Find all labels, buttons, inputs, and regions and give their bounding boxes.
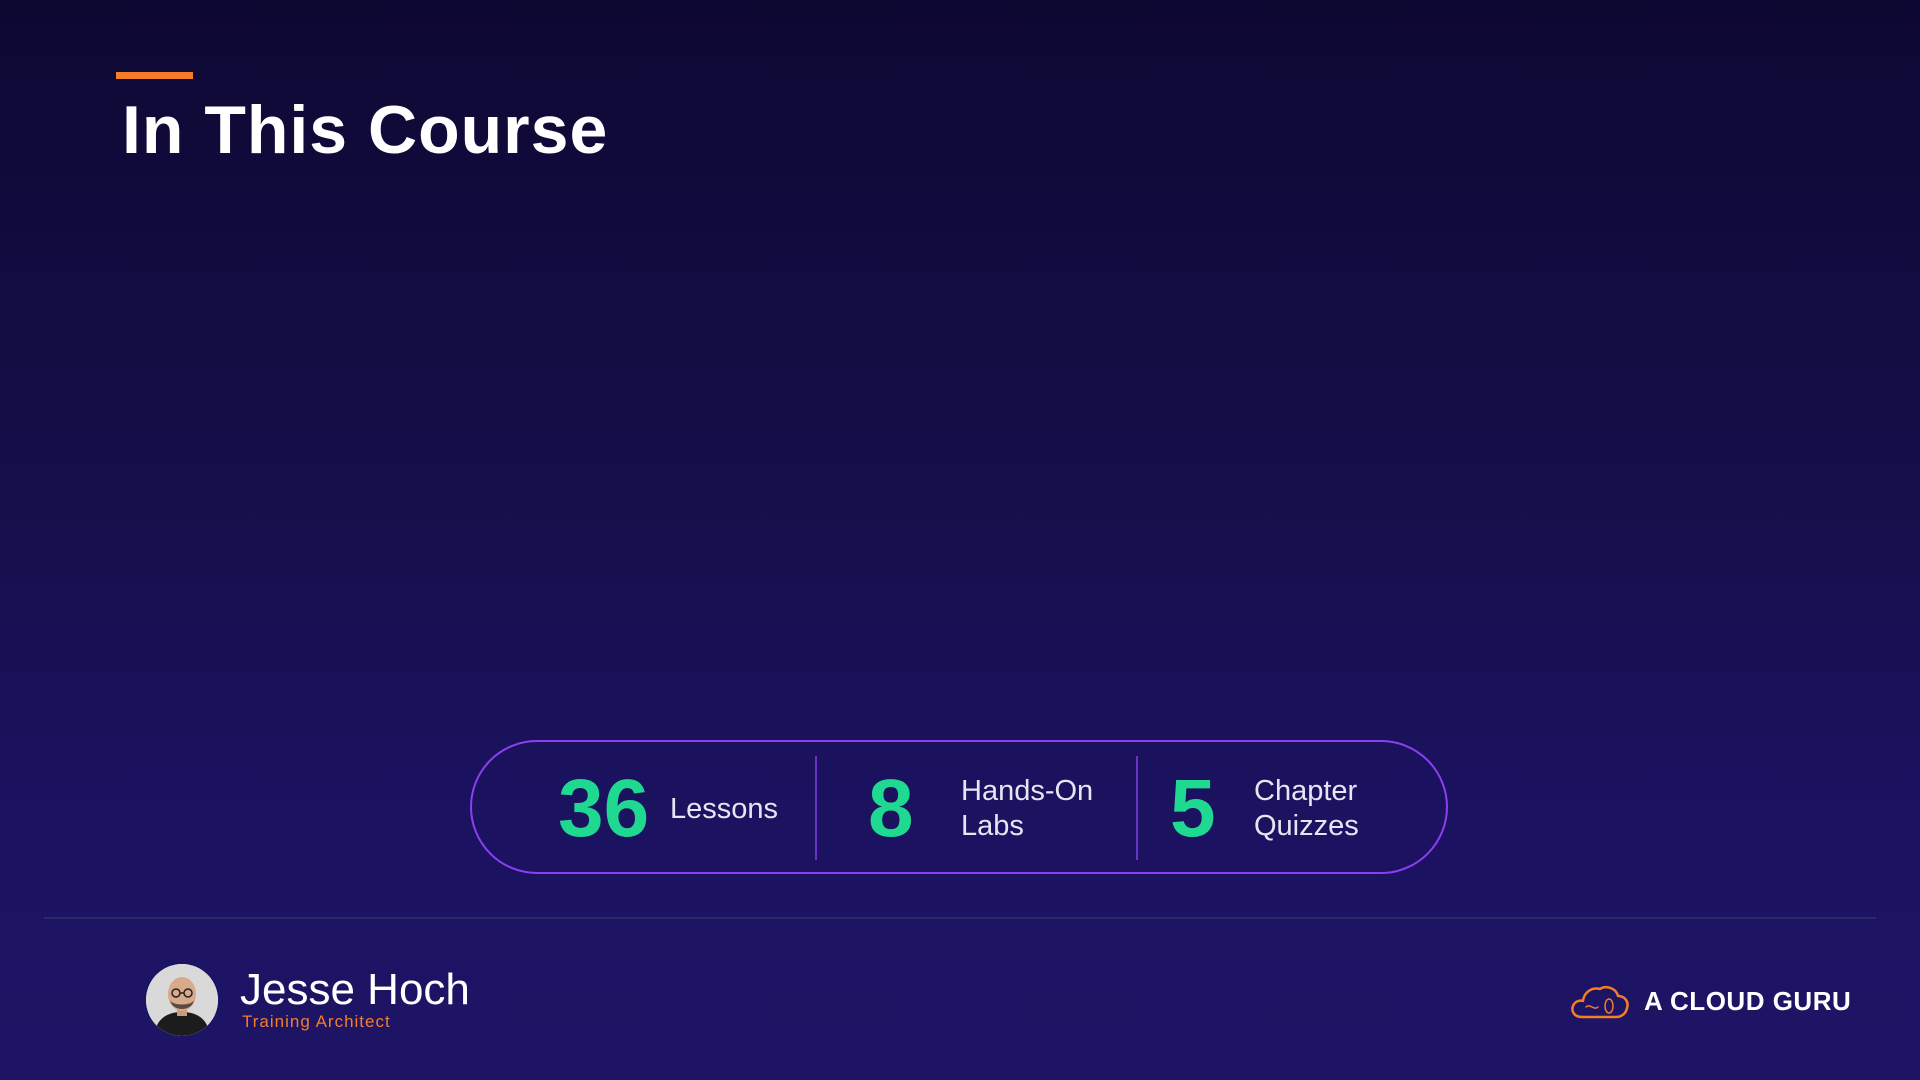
labs-label-line-2: Labs <box>961 810 1024 842</box>
quizzes-label-line-1: Chapter <box>1254 775 1358 807</box>
quizzes-label-line-2: Quizzes <box>1254 810 1359 842</box>
quizzes-count: 5 <box>1170 763 1216 854</box>
stats-divider <box>815 756 817 860</box>
lessons-label: Lessons <box>670 793 779 825</box>
brand-logo-text: A CLOUD GURU <box>1644 985 1852 1016</box>
presenter-photo-icon <box>146 964 218 1036</box>
cloud-icon <box>1571 986 1629 1019</box>
brand-logo: A CLOUD GURU <box>1568 978 1851 1024</box>
labs-label-line-1: Hands-On <box>961 775 1094 807</box>
presenter-avatar <box>146 964 218 1036</box>
presenter-name: Jesse Hoch <box>240 965 470 1014</box>
labs-count: 8 <box>868 763 914 854</box>
lessons-count: 36 <box>558 763 650 854</box>
presenter-role: Training Architect <box>242 1012 391 1031</box>
stats-divider <box>1136 756 1138 860</box>
footer-divider <box>44 917 1876 919</box>
title-accent-bar <box>116 72 193 79</box>
slide-title: In This Course <box>122 92 609 168</box>
